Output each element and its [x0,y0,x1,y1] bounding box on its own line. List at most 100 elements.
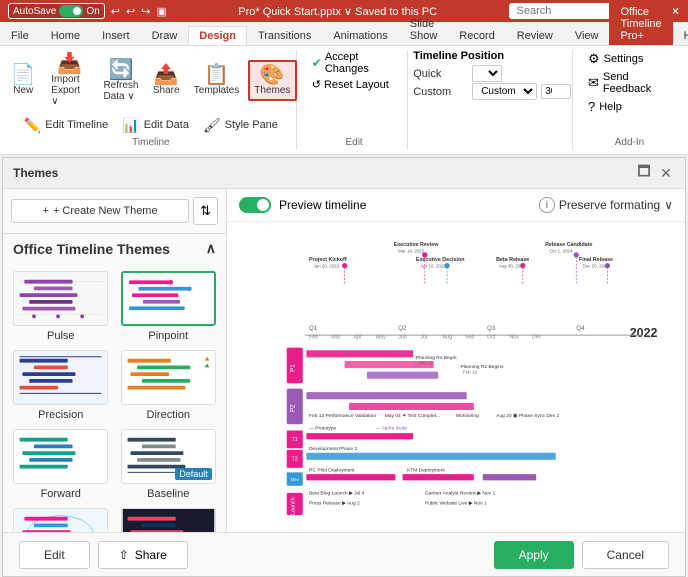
theme-vision[interactable]: Vision [119,508,219,532]
themes-grid: Pulse [3,263,226,532]
theme-precision[interactable]: Precision [11,350,111,421]
reset-layout-btn[interactable]: ↺ Reset Layout [309,77,400,92]
panel-title: Themes [13,166,58,180]
preserve-label: Preserve formating [559,198,660,212]
tab-design[interactable]: Design [188,26,247,45]
redo-btn[interactable]: ↪ [141,5,150,18]
edit-rows: ✔ Accept Changes ↺ Reset Layout [309,50,400,92]
templates-btn[interactable]: 📋 Templates [189,61,244,100]
ribbon-group-position: Timeline Position Quick Custom Custom [412,50,573,150]
svg-text:Q3: Q3 [487,325,496,332]
precision-label: Precision [38,409,83,421]
edit-group-label: Edit [345,135,362,150]
preserve-formatting-btn[interactable]: i Preserve formating ∨ [539,197,673,213]
import-btn[interactable]: 📥 ImportExport ∨ [45,50,94,111]
svg-text:KTM Deployment: KTM Deployment [407,467,445,473]
undo2-btn[interactable]: ↩ [126,5,135,18]
undo-btn[interactable]: ↩ [111,5,120,18]
svg-text:Feb 12 Performance Validation: Feb 12 Performance Validation [309,413,376,419]
section-collapse-icon[interactable]: ∧ [206,240,216,257]
tab-animations[interactable]: Animations [322,26,398,45]
svg-text:Final Release: Final Release [579,257,613,263]
tab-insert[interactable]: Insert [91,26,141,45]
svg-text:Gartner Analyst Review ▶ Nov 1: Gartner Analyst Review ▶ Nov 1 [425,491,496,497]
tab-draw[interactable]: Draw [141,26,189,45]
cancel-button[interactable]: Cancel [582,541,669,569]
new-label: New [13,85,33,96]
tp-quick-select[interactable] [472,65,502,82]
tab-home[interactable]: Home [40,26,91,45]
theme-baseline[interactable]: Default Baseline [119,429,219,500]
svg-text:T2: T2 [292,457,298,463]
tp-number-input[interactable] [541,84,571,99]
accept-changes-btn[interactable]: ✔ Accept Changes [309,50,400,76]
title-bar-left: AutoSave On ↩ ↩ ↪ ▣ [8,3,167,19]
sort-btn[interactable]: ⇅ [193,197,218,225]
svg-text:Oct 1, 2024: Oct 1, 2024 [550,248,573,253]
feedback-btn[interactable]: ✉ Send Feedback [585,70,674,96]
edit-timeline-btn[interactable]: ✏️ Edit Timeline [19,115,113,135]
tab-file[interactable]: File [0,26,40,45]
preview-toggle: Preview timeline [239,197,366,213]
create-new-theme-btn[interactable]: + + Create New Theme [11,199,189,223]
svg-text:May: May [376,335,386,341]
themes-panel: Themes 🗖 ✕ + + Create New Theme ⇅ Office… [2,157,686,577]
svg-text:Aug 20 ▣ Phase Sync Dev 2: Aug 20 ▣ Phase Sync Dev 2 [496,413,559,419]
theme-pinpoint[interactable]: Pinpoint [119,271,219,342]
theme-orbit[interactable]: Orbit [11,508,111,532]
svg-text:Public Website Live ▶ Nov 1: Public Website Live ▶ Nov 1 [425,500,487,506]
svg-text:Feb: Feb [309,335,318,341]
panel-body: + + Create New Theme ⇅ Office Timeline T… [3,189,685,532]
tp-custom-row: Custom Custom [413,83,571,100]
present-btn[interactable]: ▣ [156,5,166,18]
theme-orbit-preview [13,508,108,532]
svg-text:T1: T1 [292,437,298,443]
tab-record[interactable]: Record [448,26,505,45]
apply-button[interactable]: Apply [494,541,574,569]
autosave-toggle[interactable] [59,5,83,17]
theme-pulse-preview [13,271,108,326]
ribbon: File Home Insert Draw Design Transitions… [0,22,688,155]
theme-baseline-preview: Default [121,429,216,484]
theme-vision-preview [121,508,216,532]
theme-pulse[interactable]: Pulse [11,271,111,342]
bottom-right: Apply Cancel [494,541,669,569]
svg-text:— Prototype: — Prototype [309,426,336,432]
svg-text:Feb 12: Feb 12 [463,369,477,374]
addin-group: ⚙ Settings ✉ Send Feedback ? Help [585,50,674,115]
tab-help[interactable]: Help [673,26,688,45]
tab-review[interactable]: Review [506,26,564,45]
edit-data-btn[interactable]: 📊 Edit Data [117,115,194,135]
tab-view[interactable]: View [564,26,610,45]
svg-text:Aug: Aug [443,335,453,341]
themes-label: Themes [254,85,290,96]
theme-forward[interactable]: Forward [11,429,111,500]
share-button[interactable]: ⇧ Share [98,541,188,569]
share-ribbon-btn[interactable]: 📤 Share [148,61,185,100]
tp-custom-label: Custom [413,86,468,98]
tp-custom-select[interactable]: Custom [472,83,537,100]
edit-button[interactable]: Edit [19,541,90,569]
create-theme-label: + Create New Theme [53,205,158,217]
panel-close-btn[interactable]: ✕ [657,164,675,182]
svg-text:P2: P2 [290,404,297,412]
themes-btn[interactable]: 🎨 Themes [248,60,296,101]
autosave-label: AutoSave [13,6,56,17]
tab-slideshow[interactable]: Slide Show [399,14,449,45]
style-pane-icon: 🖌 [203,118,221,132]
help-btn[interactable]: ? Help [585,98,674,115]
themes-icon: 🎨 [260,65,285,85]
style-pane-btn[interactable]: 🖌 Style Pane [198,115,283,135]
svg-text:P1: P1 [290,364,297,372]
refresh-btn[interactable]: 🔄 RefreshData ∨ [98,56,143,106]
theme-direction[interactable]: Direction [119,350,219,421]
svg-text:Q1: Q1 [309,325,318,332]
templates-icon: 📋 [204,65,229,85]
panel-maximize-btn[interactable]: 🗖 [635,164,653,182]
new-btn[interactable]: 📄 New [5,61,41,100]
preview-toggle-switch[interactable] [239,197,271,213]
tab-transitions[interactable]: Transitions [247,26,322,45]
settings-btn[interactable]: ⚙ Settings [585,50,674,68]
baseline-label: Baseline [147,488,189,500]
tab-office-timeline[interactable]: Office Timeline Pro+ [609,2,672,45]
